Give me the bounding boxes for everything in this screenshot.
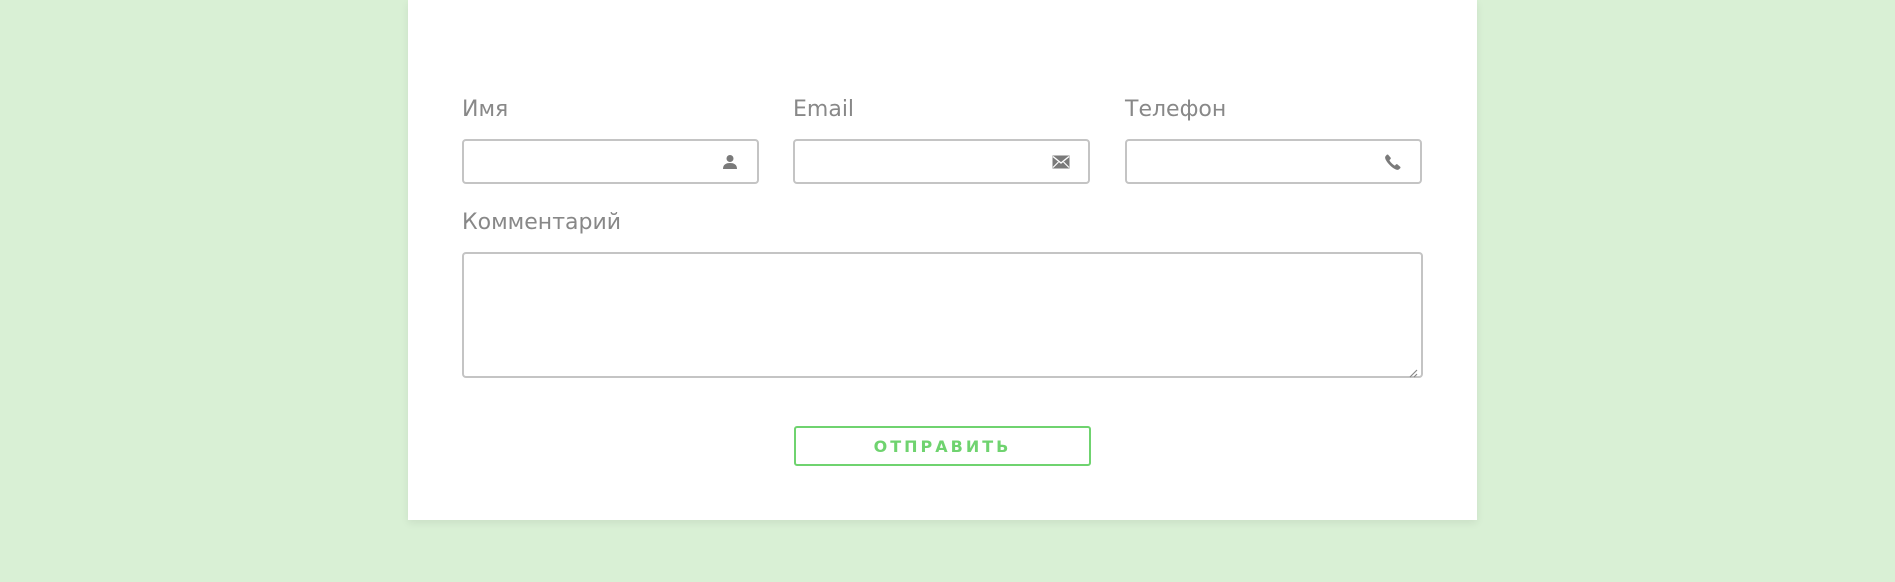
comment-label: Комментарий <box>462 210 622 235</box>
resize-grip-icon[interactable] <box>1408 363 1418 378</box>
phone-input-wrapper <box>1125 139 1422 184</box>
email-input-wrapper <box>793 139 1090 184</box>
name-input-wrapper <box>462 139 759 184</box>
phone-icon <box>1384 153 1402 171</box>
phone-label: Телефон <box>1125 97 1227 122</box>
email-label: Email <box>793 97 855 122</box>
submit-button[interactable]: ОТПРАВИТЬ <box>794 426 1091 466</box>
comment-textarea[interactable] <box>464 254 1421 376</box>
page: Имя Email Телефон Комментарий ОТПРАВИТЬ <box>0 0 1895 582</box>
name-input[interactable] <box>464 141 757 182</box>
email-input[interactable] <box>795 141 1088 182</box>
name-label: Имя <box>462 97 509 122</box>
phone-input[interactable] <box>1127 141 1420 182</box>
name-field-group: Имя <box>462 97 759 187</box>
comment-textarea-wrapper <box>462 252 1423 378</box>
phone-field-group: Телефон <box>1125 97 1422 187</box>
user-icon <box>721 153 739 171</box>
email-field-group: Email <box>793 97 1090 187</box>
comment-field-group: Комментарий <box>462 210 1423 382</box>
envelope-icon <box>1052 153 1070 171</box>
